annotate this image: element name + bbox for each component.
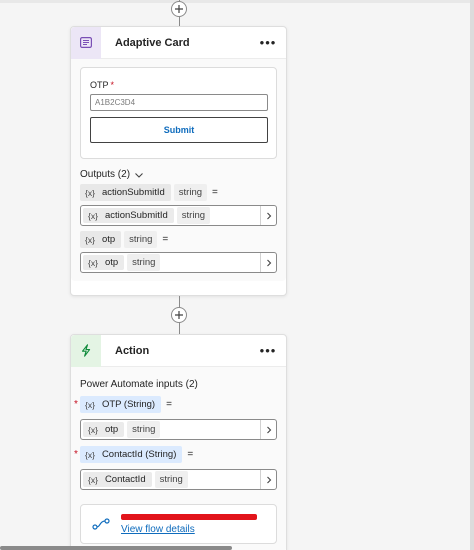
- variable-icon: {x}: [88, 210, 98, 221]
- action-body: Power Automate inputs (2) * {x} OTP (Str…: [71, 367, 286, 550]
- type-chip: string: [173, 184, 208, 201]
- chevron-right-button[interactable]: [260, 470, 276, 489]
- type-chip: string: [154, 471, 188, 488]
- more-options-button[interactable]: •••: [254, 33, 282, 53]
- required-mark: *: [110, 80, 115, 90]
- variable-token: {x} actionSubmitId: [80, 184, 171, 201]
- input-value-field[interactable]: {x} otp string: [80, 419, 277, 440]
- chevron-right-icon: [266, 426, 271, 433]
- variable-icon: {x}: [88, 474, 98, 485]
- variable-icon: {x}: [85, 449, 95, 460]
- flow-reference-card[interactable]: View flow details: [80, 504, 277, 544]
- value-token: {x} ContactId: [83, 472, 152, 487]
- variable-token: {x} ContactId (String): [80, 446, 183, 463]
- variable-icon: {x}: [85, 187, 95, 198]
- redacted-flow-name: [121, 513, 257, 520]
- add-node-button-top[interactable]: [171, 1, 187, 17]
- submit-button[interactable]: Submit: [90, 117, 268, 143]
- chevron-right-icon: [266, 212, 271, 219]
- output-value-field[interactable]: {x} otp string: [80, 252, 277, 273]
- input-variable-row: * {x} ContactId (String) =: [74, 446, 277, 463]
- outputs-toggle[interactable]: Outputs (2): [80, 169, 277, 180]
- flow-icon: [81, 517, 121, 531]
- otp-field-label: OTP *: [90, 80, 115, 90]
- equals-sign: =: [212, 187, 218, 198]
- inputs-heading: Power Automate inputs (2): [80, 379, 198, 390]
- horizontal-scrollbar[interactable]: [0, 546, 232, 550]
- variable-token: {x} OTP (String): [80, 396, 162, 413]
- variable-token: {x} otp: [80, 231, 122, 248]
- variable-icon: {x}: [85, 234, 95, 245]
- input-variable-row: * {x} OTP (String) =: [74, 396, 277, 413]
- variable-icon: {x}: [88, 424, 98, 435]
- add-node-button-middle[interactable]: [171, 307, 187, 323]
- plus-icon: [175, 5, 183, 13]
- required-mark: *: [74, 399, 78, 410]
- equals-sign: =: [162, 234, 169, 245]
- type-chip: string: [176, 207, 211, 224]
- variable-icon: {x}: [85, 399, 95, 410]
- action-header: Action •••: [71, 334, 286, 367]
- output-variable-row: {x} actionSubmitId string =: [80, 184, 277, 201]
- canvas-right-edge: [470, 0, 474, 550]
- type-chip: string: [124, 231, 158, 248]
- type-chip: string: [127, 254, 161, 271]
- chevron-right-button[interactable]: [260, 420, 276, 439]
- adaptive-card-title: Adaptive Card: [115, 36, 190, 49]
- chevron-right-button[interactable]: [260, 206, 276, 225]
- action-title: Action: [115, 344, 150, 357]
- output-variable-row: {x} otp string =: [80, 231, 277, 248]
- chevron-right-icon: [266, 259, 271, 266]
- adaptive-card-icon: [71, 26, 101, 59]
- card-preview[interactable]: OTP* Submit: [80, 67, 277, 159]
- equals-sign: =: [187, 449, 194, 460]
- adaptive-card-body: OTP* Submit Outputs (2) {x} actionSubmit…: [71, 59, 286, 281]
- value-token: {x} otp: [83, 255, 125, 270]
- type-chip: string: [127, 421, 161, 438]
- power-automate-icon: [71, 334, 101, 367]
- adaptive-card-header: Adaptive Card •••: [71, 26, 286, 59]
- otp-input[interactable]: [90, 94, 268, 111]
- variable-icon: {x}: [88, 257, 98, 268]
- action-node[interactable]: Action ••• Power Automate inputs (2) * {…: [70, 334, 287, 550]
- required-mark: *: [74, 449, 78, 460]
- chevron-right-icon: [266, 476, 271, 483]
- canvas-top-edge: [0, 0, 474, 3]
- input-value-field[interactable]: {x} ContactId string: [80, 469, 277, 490]
- value-token: {x} otp: [83, 422, 125, 437]
- value-token: {x} actionSubmitId: [83, 208, 174, 223]
- adaptive-card-node[interactable]: Adaptive Card ••• OTP* Submit Outputs (2…: [70, 26, 287, 296]
- chevron-right-button[interactable]: [260, 253, 276, 272]
- outputs-label: Outputs (2): [80, 169, 131, 180]
- plus-icon: [175, 311, 183, 319]
- view-flow-details-link[interactable]: View flow details: [121, 524, 195, 535]
- output-value-field[interactable]: {x} actionSubmitId string: [80, 205, 277, 226]
- more-options-button[interactable]: •••: [254, 341, 282, 361]
- chevron-down-icon: [135, 172, 143, 178]
- equals-sign: =: [166, 399, 172, 410]
